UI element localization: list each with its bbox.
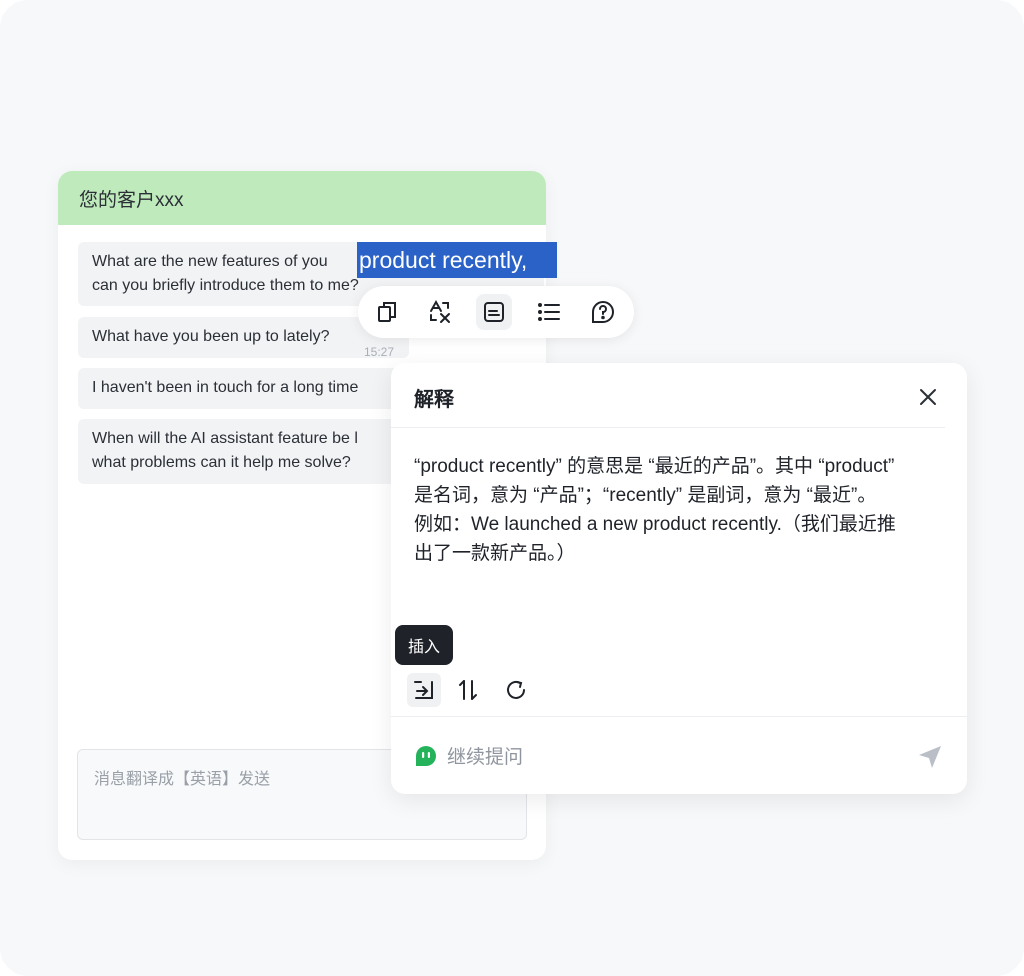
panel-title: 解释: [414, 389, 454, 411]
message-bubble[interactable]: I haven't been in touch for a long time: [78, 368, 408, 409]
regenerate-button[interactable]: [499, 673, 533, 707]
message-text: what problems can it help me solve?: [92, 454, 351, 471]
insert-button[interactable]: [407, 673, 441, 707]
selected-text[interactable]: product recently,: [357, 242, 557, 278]
insert-icon: [414, 681, 433, 699]
explanation-line: 例如：We launched a new product recently.（我…: [414, 514, 896, 535]
insert-tooltip: 插入: [395, 625, 453, 665]
translate-button[interactable]: [422, 294, 458, 330]
swap-icon: [459, 680, 477, 700]
explanation-text: “product recently” 的意思是 “最近的产品”。其中 “prod…: [414, 452, 962, 568]
explanation-line: 是名词，意为 “产品”；“recently” 是副词，意为 “最近”。: [414, 485, 877, 506]
message-input-placeholder: 消息翻译成【英语】发送: [94, 771, 271, 788]
canvas-background: 您的客户xxx What are the new features of you…: [0, 0, 1024, 976]
ask-button[interactable]: [585, 294, 621, 330]
explanation-line: 出了一款新产品。）: [414, 543, 576, 564]
message-text: When will the AI assistant feature be l: [92, 430, 358, 447]
close-icon[interactable]: [916, 385, 940, 409]
chat-header: 您的客户xxx: [58, 171, 546, 225]
translate-icon: [430, 299, 450, 323]
message-text: What have you been up to lately?: [92, 328, 330, 345]
swap-button[interactable]: [451, 673, 485, 707]
assistant-icon: [416, 745, 436, 766]
message-text: I haven't been in touch for a long time: [92, 379, 359, 396]
selection-toolbar: [358, 286, 634, 338]
explain-icon: [484, 302, 504, 322]
panel-divider: [391, 716, 967, 717]
outline-button[interactable]: [531, 294, 567, 330]
copy-button[interactable]: [369, 294, 405, 330]
send-icon[interactable]: [916, 743, 944, 771]
question-icon: [592, 301, 614, 323]
message-timestamp: 15:27: [364, 345, 395, 359]
explain-button[interactable]: [476, 294, 512, 330]
message-bubble[interactable]: When will the AI assistant feature be l …: [78, 419, 408, 484]
explain-panel: 解释 “product recently” 的意思是 “最近的产品”。其中 “p…: [391, 363, 967, 794]
follow-up-placeholder: 继续提问: [447, 747, 524, 768]
follow-up-input[interactable]: 继续提问: [414, 742, 523, 769]
refresh-icon: [507, 680, 525, 699]
list-icon: [538, 303, 560, 321]
explanation-line: “product recently” 的意思是 “最近的产品”。其中 “prod…: [414, 456, 895, 477]
copy-icon: [378, 302, 396, 322]
chat-title: 您的客户xxx: [79, 189, 184, 211]
message-bubble[interactable]: What have you been up to lately?: [78, 317, 409, 358]
panel-divider: [391, 427, 945, 428]
